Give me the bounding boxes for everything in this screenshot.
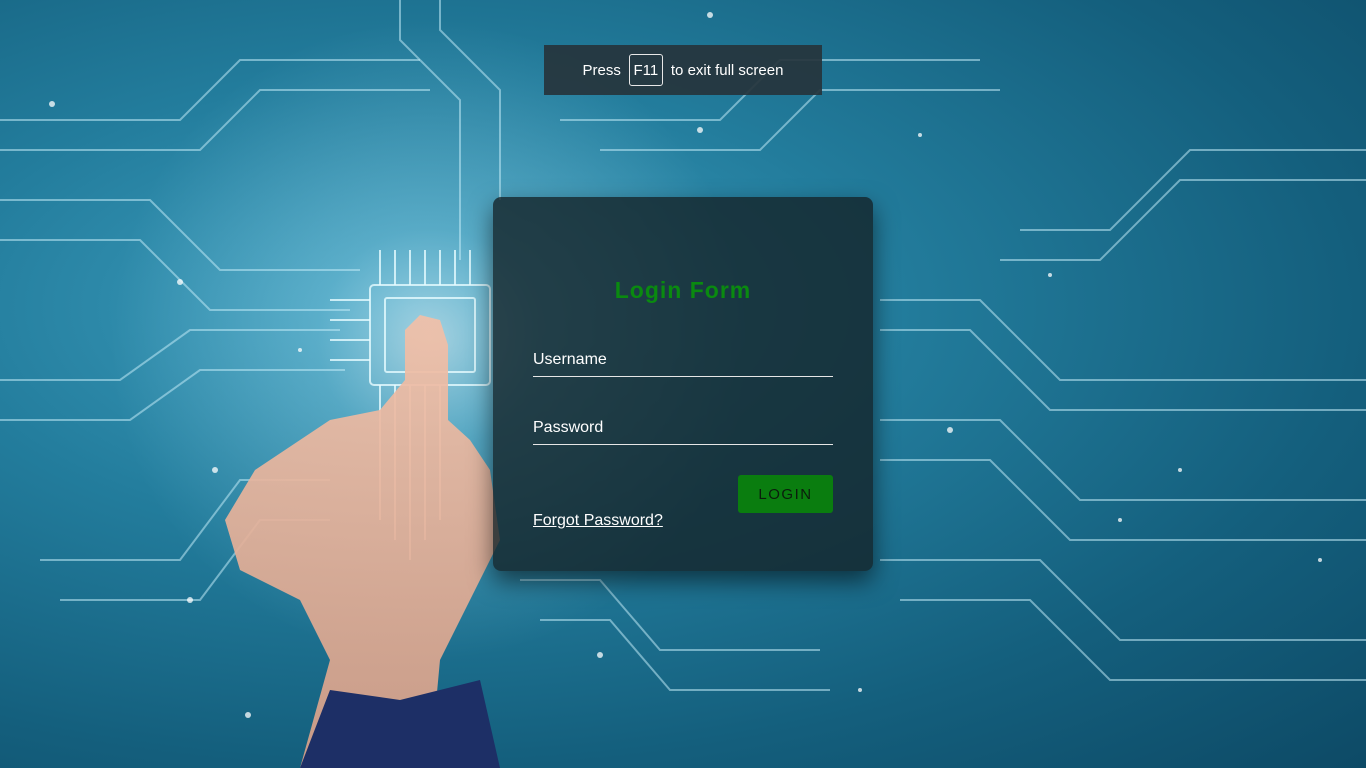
f11-key-badge: F11 — [628, 54, 663, 86]
username-input[interactable] — [533, 344, 833, 376]
password-field — [533, 412, 833, 445]
username-field — [533, 344, 833, 377]
fullscreen-hint-suffix: to exit full screen — [670, 61, 784, 79]
login-card: Login Form LOGIN Forgot Password? — [493, 197, 873, 571]
login-button[interactable]: LOGIN — [738, 475, 833, 513]
password-input[interactable] — [533, 412, 833, 444]
fullscreen-hint: Press F11 to exit full screen — [544, 45, 822, 95]
login-form-title: Login Form — [614, 277, 752, 303]
forgot-password-link[interactable]: Forgot Password? — [533, 512, 663, 530]
fullscreen-hint-prefix: Press — [582, 61, 621, 79]
